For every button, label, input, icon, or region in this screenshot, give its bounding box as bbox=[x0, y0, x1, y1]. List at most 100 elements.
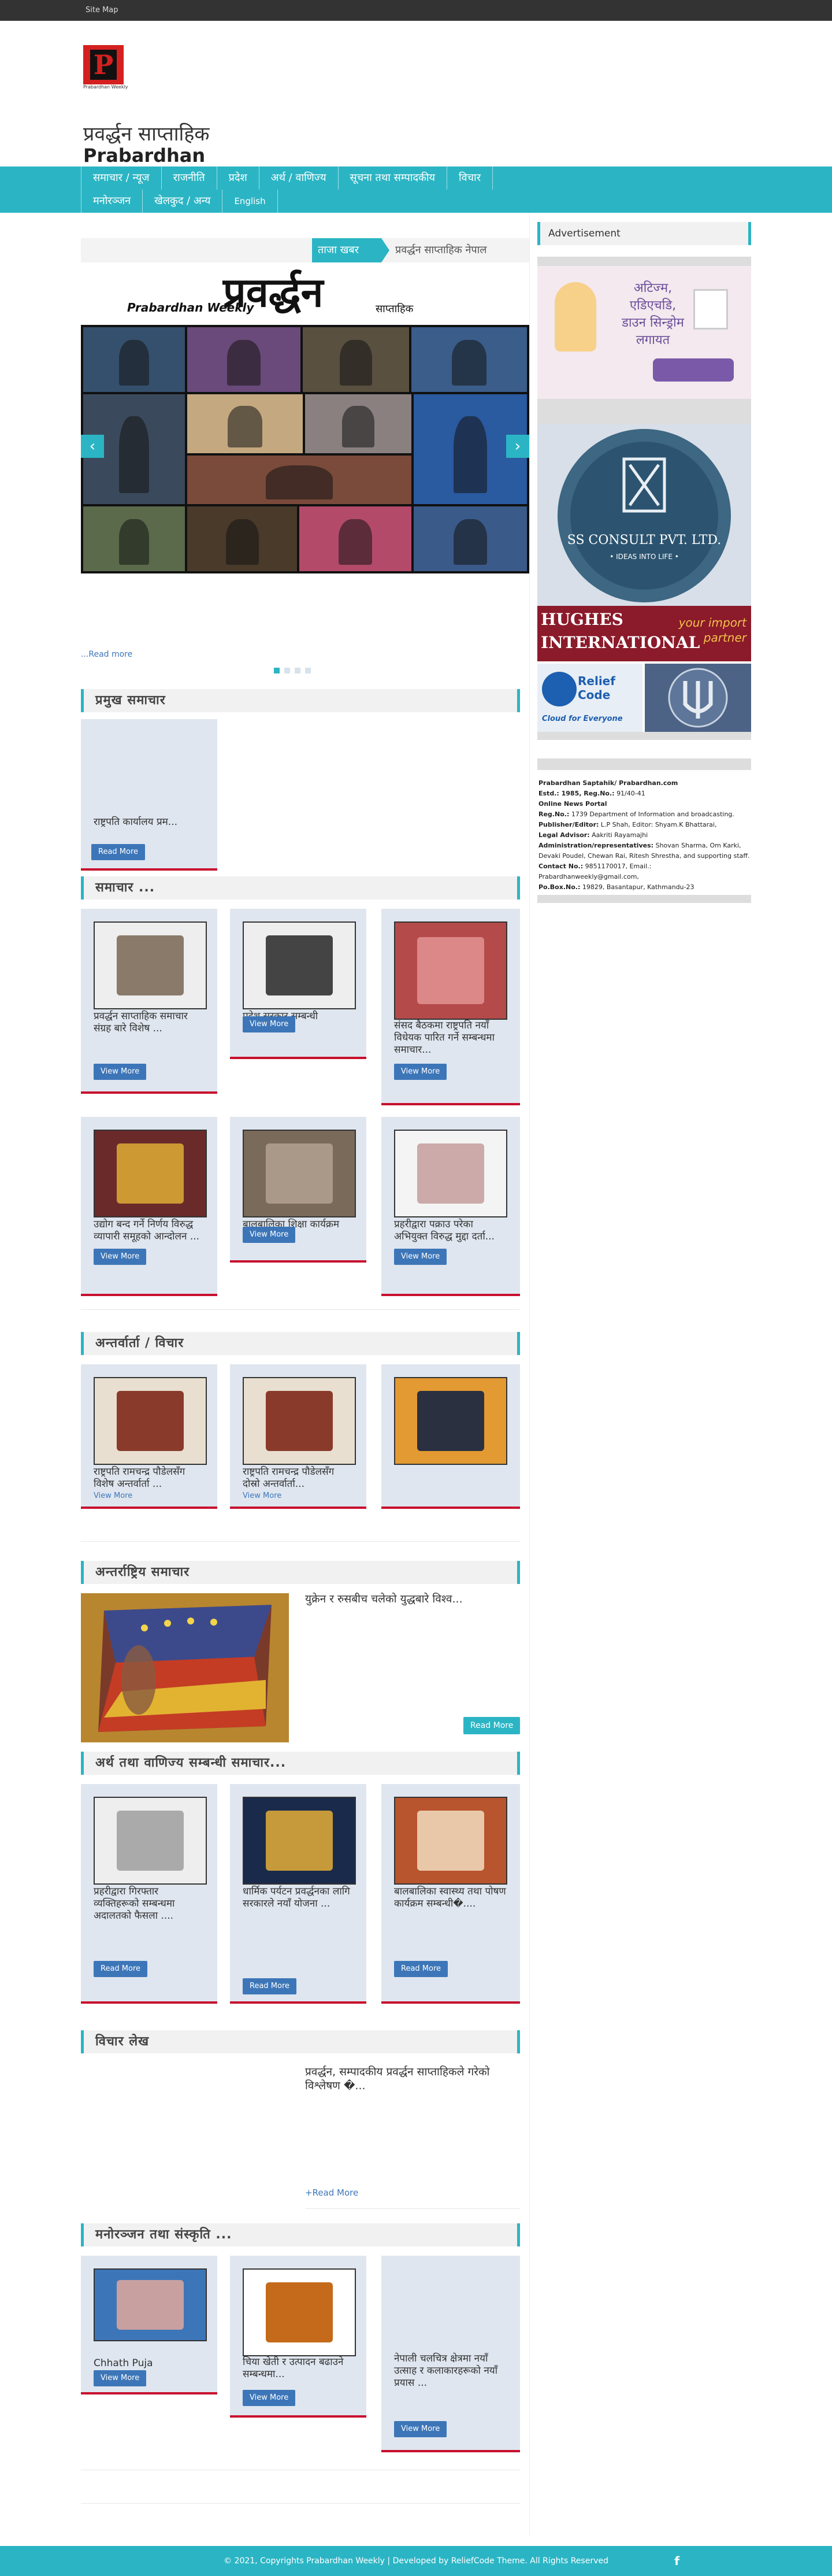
news-card[interactable]: प्रहरीद्वारा पक्राउ परेका अभियुक्त विरुद… bbox=[381, 1117, 520, 1296]
view-more-button[interactable]: Read More bbox=[94, 1961, 148, 1977]
view-more-button[interactable]: View More bbox=[243, 2390, 296, 2406]
advertisement-header: Advertisement bbox=[537, 222, 751, 245]
read-more-button[interactable]: Read More bbox=[91, 844, 146, 860]
featured-card[interactable]: राष्ट्रपति कार्यालय प्रम... Read More bbox=[81, 719, 217, 871]
ad-ss-consult[interactable]: SS CONSULT PVT. LTD. • IDEAS INTO LIFE • bbox=[537, 424, 751, 606]
ticker-text[interactable]: प्रवर्द्धन साप्ताहिक नेपाल bbox=[395, 238, 487, 262]
news-card[interactable]: राष्ट्रपति रामचन्द्र पौडेलसँग दोस्रो अन्… bbox=[230, 1364, 366, 1509]
news-card[interactable]: बालबालिका शिक्षा कार्यक्रम सम्बन्धी...Vi… bbox=[230, 1117, 366, 1263]
card-image[interactable] bbox=[394, 1797, 507, 1885]
view-more-button[interactable]: View More bbox=[94, 1249, 147, 1265]
view-more-button[interactable]: View More bbox=[94, 1064, 147, 1080]
read-more-button[interactable]: Read More bbox=[463, 1717, 521, 1734]
international-image[interactable] bbox=[81, 1593, 289, 1742]
news-card[interactable]: चिया खेती र उत्पादन बढाउने सम्बन्धमा... V… bbox=[230, 2256, 366, 2418]
nav-item[interactable]: English bbox=[222, 190, 278, 213]
ad-text: अटिज्म, एडिएचडि, डाउन सिन्ड्रोम लगायत bbox=[612, 280, 693, 349]
divider bbox=[81, 1309, 520, 1310]
news-card[interactable]: प्रहरीद्वारा गिरफ्तार व्यक्तिहरूको सम्बन… bbox=[81, 1784, 217, 2004]
card-title[interactable]: चिया खेती र उत्पादन बढाउने सम्बन्धमा... bbox=[243, 2356, 354, 2381]
card-image[interactable] bbox=[243, 1130, 356, 1217]
view-more-button[interactable]: Read More bbox=[243, 1978, 297, 1994]
news-card[interactable]: राष्ट्रपति रामचन्द्र पौडेलसँग विशेष अन्त… bbox=[81, 1364, 217, 1509]
nav-item[interactable]: अर्थ / वाणिज्य bbox=[259, 166, 339, 190]
view-more-link[interactable]: View More bbox=[94, 1491, 132, 1500]
card-title[interactable]: धार्मिक पर्यटन प्रवर्द्धनका लागि सरकारले… bbox=[243, 1886, 354, 1910]
slider-prev-button[interactable]: ‹ bbox=[81, 435, 104, 458]
news-card[interactable]: धार्मिक पर्यटन प्रवर्द्धनका लागि सरकारले… bbox=[230, 1784, 366, 2004]
news-card[interactable]: प्रदेश सरकार सम्बन्धी समाचार...View More bbox=[230, 909, 366, 1059]
nav-item[interactable]: खेलकुद / अन्य bbox=[143, 190, 223, 213]
view-more-button[interactable]: View More bbox=[394, 1064, 447, 1080]
opinion-summary[interactable]: प्रवर्द्धन, सम्पादकीय प्रवर्द्धन साप्ताह… bbox=[305, 2065, 520, 2093]
news-card[interactable]: नेपाली चलचित्र क्षेत्रमा नयाँ उत्साह र क… bbox=[381, 2256, 520, 2452]
site-logo[interactable]: P Prabardhan Weekly bbox=[83, 45, 128, 91]
nav-item[interactable]: समाचार / न्यूज bbox=[81, 166, 162, 190]
news-card[interactable] bbox=[381, 1364, 520, 1509]
card-image[interactable] bbox=[94, 921, 207, 1009]
card-title[interactable]: प्रहरीद्वारा गिरफ्तार व्यक्तिहरूको सम्बन… bbox=[94, 1886, 205, 1922]
card-title[interactable]: राष्ट्रपति रामचन्द्र पौडेलसँग दोस्रो अन्… bbox=[243, 1466, 354, 1490]
column-divider bbox=[529, 213, 530, 2537]
site-title[interactable]: प्रवर्द्धन साप्ताहिक bbox=[83, 123, 210, 146]
card-title[interactable]: उद्योग बन्द गर्ने निर्णय विरुद्ध व्यापार… bbox=[94, 1219, 205, 1243]
view-more-button[interactable]: Read More bbox=[394, 1961, 448, 1977]
nav-item[interactable]: सूचना तथा सम्पादकीय bbox=[339, 166, 447, 190]
card-image[interactable] bbox=[94, 1797, 207, 1885]
sitemap-link[interactable]: Site Map bbox=[86, 6, 118, 14]
person-silhouette bbox=[226, 340, 261, 386]
news-card[interactable]: संसद बैठकमा राष्ट्रपति नयाँ विधेयक पारित… bbox=[381, 909, 520, 1105]
section-title: विचार लेख bbox=[95, 2034, 150, 2049]
slider-dot[interactable] bbox=[284, 668, 290, 673]
card-image[interactable] bbox=[243, 1797, 356, 1885]
info-key: Contact No.: bbox=[538, 863, 584, 870]
card-title[interactable]: बालबालिका स्वास्थ्य तथा पोषण कार्यक्रम स… bbox=[394, 1886, 507, 1910]
sidebar-title: Advertisement bbox=[548, 228, 621, 239]
nav-item[interactable]: विचार bbox=[447, 166, 493, 190]
info-key: Administration/representatives: bbox=[538, 842, 654, 849]
ad-emblem[interactable] bbox=[645, 664, 751, 732]
card-image[interactable] bbox=[94, 1377, 207, 1465]
view-more-button[interactable]: View More bbox=[243, 1227, 296, 1243]
view-more-button[interactable]: View More bbox=[394, 1249, 447, 1265]
card-image[interactable] bbox=[243, 2268, 356, 2356]
card-title[interactable]: प्रवर्द्धन साप्ताहिक समाचार संग्रह बारे … bbox=[94, 1011, 205, 1035]
card-image[interactable] bbox=[94, 2268, 207, 2341]
slider-next-button[interactable]: › bbox=[506, 435, 529, 458]
card-image[interactable] bbox=[394, 1130, 507, 1217]
nav-item[interactable]: मनोरञ्जन bbox=[81, 190, 143, 213]
news-card[interactable]: Chhath Puja Festival....View More bbox=[81, 2256, 217, 2394]
view-more-button[interactable]: View More bbox=[394, 2421, 447, 2437]
nav-item[interactable]: प्रदेश bbox=[217, 166, 259, 190]
ad-hughes[interactable]: HUGHES INTERNATIONAL your import partner bbox=[537, 606, 751, 661]
card-title[interactable]: संसद बैठकमा राष्ट्रपति नयाँ विधेयक पारित… bbox=[394, 1020, 507, 1056]
slider-dot[interactable] bbox=[305, 668, 311, 673]
view-more-button[interactable]: View More bbox=[94, 2370, 147, 2386]
opinion-read-more[interactable]: +Read More bbox=[305, 2188, 358, 2198]
slider-dot[interactable] bbox=[274, 668, 280, 673]
card-title[interactable]: प्रहरीद्वारा पक्राउ परेका अभियुक्त विरुद… bbox=[394, 1219, 507, 1243]
news-card[interactable]: प्रवर्द्धन साप्ताहिक समाचार संग्रह बारे … bbox=[81, 909, 217, 1094]
card-image[interactable] bbox=[394, 1377, 507, 1465]
news-card[interactable]: उद्योग बन्द गर्ने निर्णय विरुद्ध व्यापार… bbox=[81, 1117, 217, 1296]
card-image[interactable] bbox=[243, 1377, 356, 1465]
news-card[interactable]: बालबालिका स्वास्थ्य तथा पोषण कार्यक्रम स… bbox=[381, 1784, 520, 2004]
international-summary[interactable]: युक्रेन र रुसबीच चलेको युद्धबारे विश्व..… bbox=[305, 1592, 520, 1606]
card-title[interactable]: राष्ट्रपति कार्यालय प्रम... bbox=[94, 816, 207, 828]
ad-autism[interactable]: अटिज्म, एडिएचडि, डाउन सिन्ड्रोम लगायत bbox=[537, 266, 751, 399]
view-more-button[interactable]: View More bbox=[243, 1016, 296, 1032]
facebook-icon[interactable]: f bbox=[674, 2546, 679, 2576]
slider-photo-tile bbox=[299, 506, 411, 571]
card-title[interactable]: राष्ट्रपति रामचन्द्र पौडेलसँग विशेष अन्त… bbox=[94, 1466, 205, 1490]
card-image[interactable] bbox=[394, 921, 507, 1020]
slider-dot[interactable] bbox=[295, 668, 300, 673]
slider-read-more-link[interactable]: ...Read more bbox=[81, 650, 132, 659]
card-title[interactable]: नेपाली चलचित्र क्षेत्रमा नयाँ उत्साह र क… bbox=[394, 2353, 507, 2389]
ad-relief-code[interactable]: Relief Code Cloud for Everyone bbox=[537, 664, 642, 732]
nav-item[interactable]: राजनीति bbox=[162, 166, 217, 190]
card-image[interactable] bbox=[243, 921, 356, 1009]
info-value: L.P Shah, Editor: Shyam.K Bhattarai, bbox=[600, 821, 717, 828]
card-image[interactable] bbox=[94, 1130, 207, 1217]
view-more-link[interactable]: View More bbox=[243, 1491, 281, 1500]
slider-image[interactable] bbox=[81, 325, 529, 573]
